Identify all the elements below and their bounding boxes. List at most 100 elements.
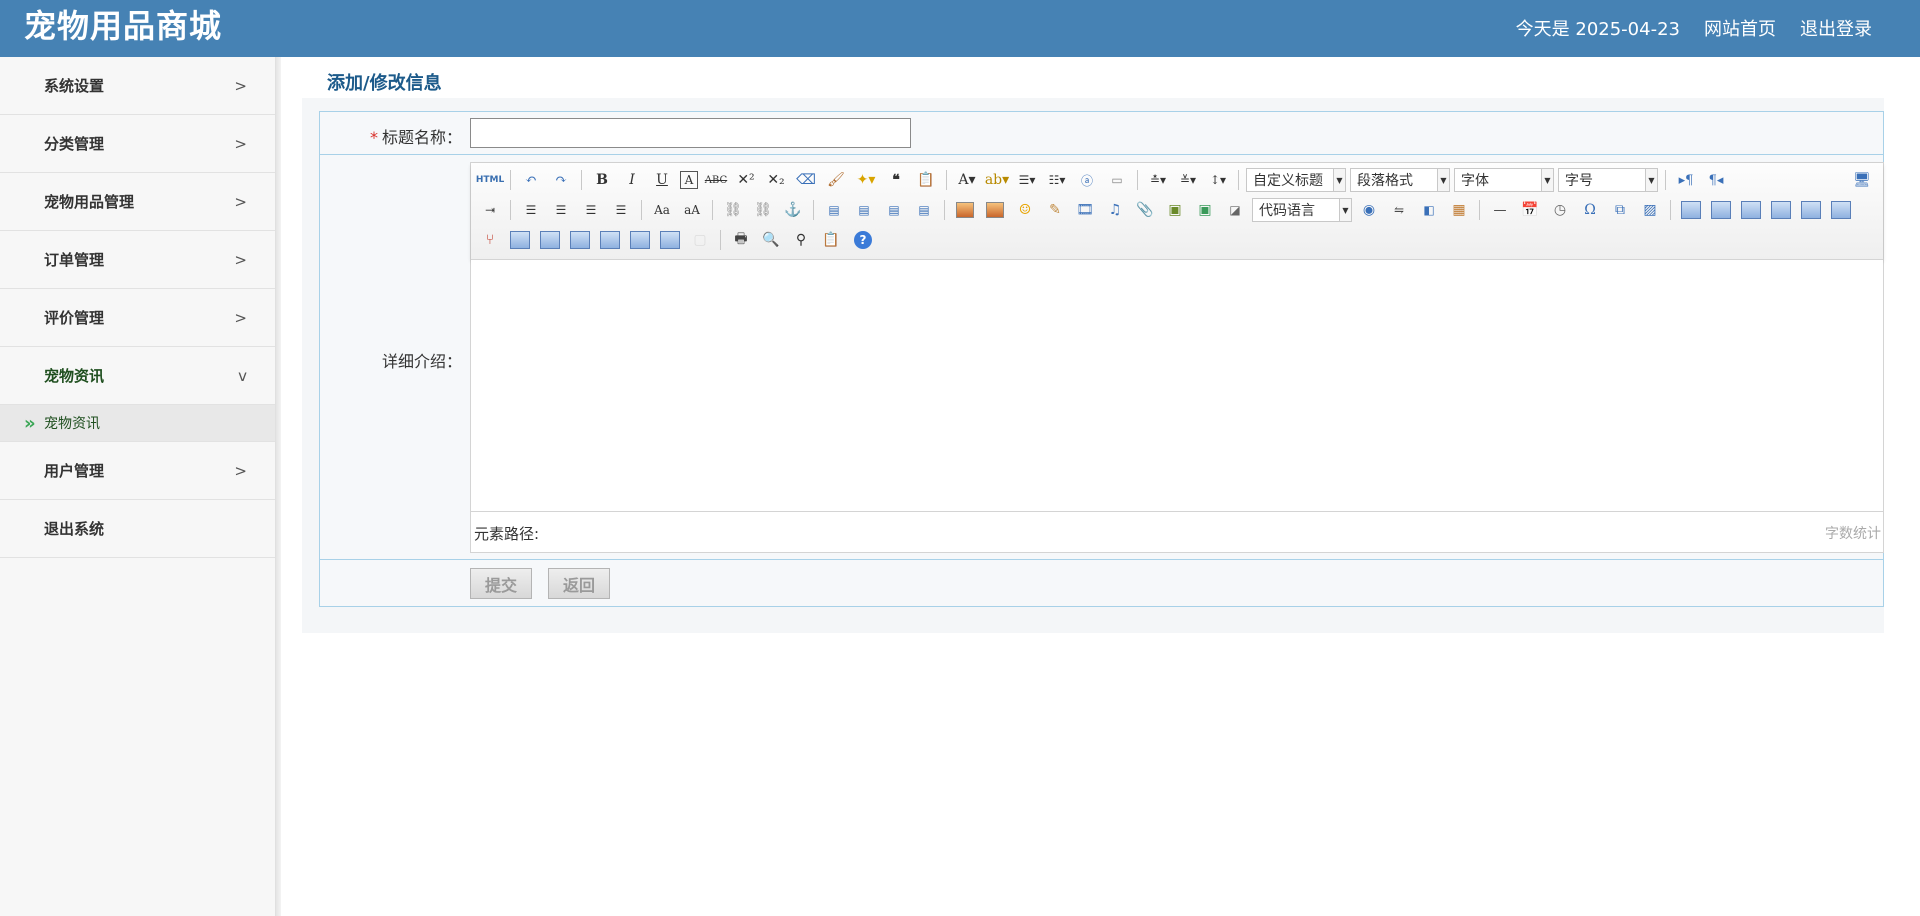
submit-button[interactable]: 提交: [470, 568, 532, 599]
music-icon[interactable]: ♫: [1103, 198, 1127, 222]
font-family-select[interactable]: 字体 ▼: [1454, 168, 1554, 192]
unlink-icon[interactable]: ⛓: [751, 198, 775, 222]
paragraph-format-select[interactable]: 段落格式 ▼: [1350, 168, 1450, 192]
font-border-icon[interactable]: A: [680, 171, 698, 189]
format-brush-icon[interactable]: 🖌: [824, 168, 848, 192]
auto-typeset-icon[interactable]: ✦▾: [854, 168, 878, 192]
justify-icon[interactable]: ☰: [609, 198, 633, 222]
superscript-icon[interactable]: ✕²: [734, 168, 758, 192]
insert-image-icon[interactable]: [986, 202, 1004, 218]
indent-icon[interactable]: ⇥: [478, 198, 502, 222]
delete-row-icon[interactable]: [1801, 201, 1821, 219]
snap-screen-icon[interactable]: ⧉: [1608, 198, 1632, 222]
paste-plain-icon[interactable]: 📋: [914, 168, 938, 192]
insert-frame-icon[interactable]: ◪: [1223, 198, 1247, 222]
undo-icon[interactable]: ↶: [519, 168, 543, 192]
italic-icon[interactable]: I: [620, 168, 644, 192]
align-center-icon[interactable]: ☰: [549, 198, 573, 222]
emotion-icon[interactable]: ☺: [1013, 198, 1037, 222]
simple-upload-icon[interactable]: [956, 202, 974, 218]
align-right-icon[interactable]: ☰: [579, 198, 603, 222]
html-source-button[interactable]: HTML: [476, 168, 504, 192]
background-icon[interactable]: ▦: [1447, 198, 1471, 222]
subscript-icon[interactable]: ✕₂: [764, 168, 788, 192]
insert-paragraph-before-table-icon[interactable]: [1741, 201, 1761, 219]
insert-row-icon[interactable]: [1771, 201, 1791, 219]
image-none-icon[interactable]: ▤: [822, 198, 846, 222]
insert-table-icon[interactable]: [1681, 201, 1701, 219]
print-icon[interactable]: 🖶: [729, 228, 753, 252]
gmap-icon[interactable]: ▣: [1193, 198, 1217, 222]
unordered-list-icon[interactable]: ☷▾: [1045, 168, 1069, 192]
special-chars-icon[interactable]: Ω: [1578, 198, 1602, 222]
delete-col-icon[interactable]: ⑂: [478, 228, 502, 252]
scrawl-icon[interactable]: ✎: [1043, 198, 1067, 222]
strikethrough-icon[interactable]: ABC: [704, 168, 728, 192]
drafts-icon[interactable]: 📋: [819, 228, 843, 252]
word-image-icon[interactable]: ▨: [1638, 198, 1662, 222]
horizontal-rule-icon[interactable]: —: [1488, 198, 1512, 222]
sidebar-item-pet-news[interactable]: 宠物资讯 v: [0, 347, 275, 405]
sidebar-item-pet-supplies[interactable]: 宠物用品管理 >: [0, 173, 275, 231]
date-icon[interactable]: 📅: [1518, 198, 1542, 222]
web-app-icon[interactable]: ◉: [1357, 198, 1381, 222]
search-replace-icon[interactable]: ⚲: [789, 228, 813, 252]
rtl-icon[interactable]: ¶◂: [1704, 168, 1728, 192]
underline-icon[interactable]: U: [650, 168, 674, 192]
time-icon[interactable]: ◷: [1548, 198, 1572, 222]
line-height-icon[interactable]: ↕▾: [1206, 168, 1230, 192]
home-link[interactable]: 网站首页: [1704, 15, 1776, 41]
sidebar-item-category[interactable]: 分类管理 >: [0, 115, 275, 173]
preview-icon[interactable]: 🔍: [759, 228, 783, 252]
insert-video-icon[interactable]: 🎞: [1073, 198, 1097, 222]
link-icon[interactable]: ⛓: [721, 198, 745, 222]
bold-icon[interactable]: B: [590, 168, 614, 192]
split-to-rows-icon[interactable]: [630, 231, 650, 249]
align-left-icon[interactable]: ☰: [519, 198, 543, 222]
split-to-cells-icon[interactable]: [600, 231, 620, 249]
map-icon[interactable]: ▣: [1163, 198, 1187, 222]
fullscreen-icon[interactable]: 🖥: [1850, 168, 1874, 192]
insert-col-icon[interactable]: [1831, 201, 1851, 219]
sidebar-item-system-settings[interactable]: 系统设置 >: [0, 57, 275, 115]
logout-link[interactable]: 退出登录: [1800, 15, 1872, 41]
sidebar-item-exit[interactable]: 退出系统: [0, 500, 275, 558]
image-center-icon[interactable]: ▤: [912, 198, 936, 222]
row-spacing-bottom-icon[interactable]: ≚▾: [1176, 168, 1200, 192]
background-color-icon[interactable]: ab▾: [985, 168, 1009, 192]
image-left-icon[interactable]: ▤: [852, 198, 876, 222]
merge-down-icon[interactable]: [570, 231, 590, 249]
chart-icon[interactable]: ▢: [688, 228, 712, 252]
sidebar-item-users[interactable]: 用户管理 >: [0, 442, 275, 500]
custom-heading-select[interactable]: 自定义标题 ▼: [1246, 168, 1346, 192]
delete-table-icon[interactable]: [1711, 201, 1731, 219]
editor-content-area[interactable]: [471, 260, 1883, 511]
title-input[interactable]: [470, 118, 911, 148]
font-size-select[interactable]: 字号 ▼: [1558, 168, 1658, 192]
uppercase-icon[interactable]: Aa: [650, 198, 674, 222]
split-to-cols-icon[interactable]: [660, 231, 680, 249]
attachment-icon[interactable]: 📎: [1133, 198, 1157, 222]
sidebar-item-reviews[interactable]: 评价管理 >: [0, 289, 275, 347]
template-icon[interactable]: ◧: [1417, 198, 1441, 222]
back-button[interactable]: 返回: [548, 568, 610, 599]
font-color-icon[interactable]: A▾: [955, 168, 979, 192]
submenu-item-pet-news[interactable]: » 宠物资讯: [0, 405, 275, 442]
anchor-icon[interactable]: ⚓: [781, 198, 805, 222]
row-spacing-top-icon[interactable]: ≛▾: [1146, 168, 1170, 192]
sidebar-item-orders[interactable]: 订单管理 >: [0, 231, 275, 289]
ordered-list-icon[interactable]: ☰▾: [1015, 168, 1039, 192]
blockquote-icon[interactable]: ❝: [884, 168, 908, 192]
image-right-icon[interactable]: ▤: [882, 198, 906, 222]
help-icon[interactable]: ?: [854, 231, 872, 249]
merge-cells-icon[interactable]: [510, 231, 530, 249]
merge-right-icon[interactable]: [540, 231, 560, 249]
redo-icon[interactable]: ↷: [549, 168, 573, 192]
select-all-icon[interactable]: ⓐ: [1075, 168, 1099, 192]
clear-doc-icon[interactable]: ▭: [1105, 168, 1129, 192]
code-language-select[interactable]: 代码语言 ▼: [1252, 198, 1352, 222]
page-break-icon[interactable]: ⇋: [1387, 198, 1411, 222]
lowercase-icon[interactable]: aA: [680, 198, 704, 222]
eraser-icon[interactable]: ⌫: [794, 168, 818, 192]
ltr-icon[interactable]: ▸¶: [1674, 168, 1698, 192]
